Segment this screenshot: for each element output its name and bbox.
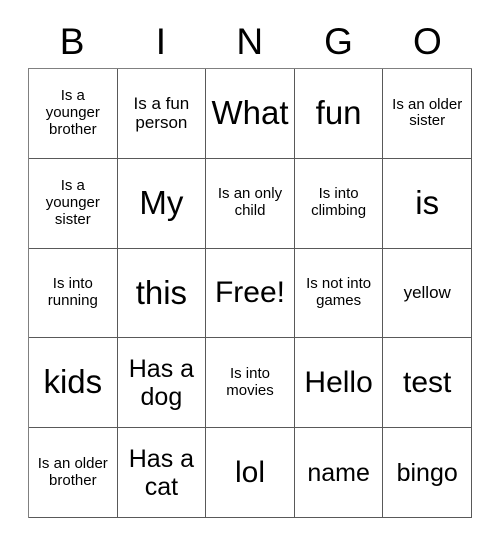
bingo-cell-i3[interactable]: this bbox=[117, 248, 207, 339]
bingo-cell-label: Has a dog bbox=[128, 354, 195, 411]
bingo-header-letter-n: N bbox=[236, 20, 264, 62]
bingo-cell-label: Is into running bbox=[47, 275, 98, 309]
bingo-cell-i1[interactable]: Is a fun person bbox=[117, 69, 207, 159]
bingo-cell-label: lol bbox=[234, 455, 265, 489]
bingo-cell-label: Hello bbox=[304, 365, 373, 399]
bingo-cell-n4[interactable]: Is into movies bbox=[206, 338, 295, 429]
bingo-cell-n1[interactable]: What bbox=[206, 69, 295, 159]
bingo-cell-label: Is an older sister bbox=[392, 95, 463, 130]
bingo-header-letter-o: O bbox=[412, 20, 443, 62]
bingo-grid: Is a younger brother Is a fun person What f… bbox=[28, 68, 472, 518]
bingo-cell-label: Is a younger brother bbox=[45, 87, 100, 138]
bingo-cell-label: fun bbox=[315, 93, 362, 131]
bingo-cell-label: Is an older brother bbox=[37, 454, 108, 489]
bingo-cell-label: Is a younger sister bbox=[45, 177, 100, 228]
bingo-cell-o5[interactable]: bingo bbox=[383, 428, 472, 518]
bingo-cell-i4[interactable]: Has a dog bbox=[117, 338, 207, 429]
bingo-cell-g5[interactable]: name bbox=[294, 428, 384, 518]
bingo-cell-label: My bbox=[139, 183, 184, 221]
bingo-cell-b1[interactable]: Is a younger brother bbox=[29, 69, 118, 159]
bingo-cell-o2[interactable]: is bbox=[383, 158, 472, 249]
bingo-cell-i5[interactable]: Has a cat bbox=[117, 428, 207, 518]
bingo-cell-label: kids bbox=[43, 363, 103, 401]
bingo-cell-g2[interactable]: Is into climbing bbox=[294, 158, 384, 249]
bingo-header-letter-b: B bbox=[59, 20, 85, 62]
bingo-header-letter-g: G bbox=[324, 20, 354, 62]
bingo-cell-b5[interactable]: Is an older brother bbox=[29, 428, 118, 518]
bingo-header-row: B I N G O bbox=[28, 14, 472, 68]
bingo-cell-i2[interactable]: My bbox=[117, 158, 207, 249]
bingo-cell-n2[interactable]: Is an only child bbox=[206, 158, 295, 249]
bingo-cell-n5[interactable]: lol bbox=[206, 428, 295, 518]
bingo-cell-label: What bbox=[211, 93, 289, 131]
bingo-cell-label: yellow bbox=[403, 283, 451, 303]
bingo-cell-g1[interactable]: fun bbox=[294, 69, 384, 159]
bingo-header-letter-i: I bbox=[155, 20, 167, 62]
bingo-cell-g4[interactable]: Hello bbox=[294, 338, 384, 429]
bingo-cell-label: Is not into games bbox=[306, 275, 372, 309]
bingo-cell-label: Is a fun person bbox=[133, 94, 190, 133]
bingo-cell-label: Is into climbing bbox=[311, 185, 367, 220]
bingo-cell-o3[interactable]: yellow bbox=[383, 248, 472, 339]
bingo-cell-o4[interactable]: test bbox=[383, 338, 472, 429]
bingo-cell-label: bingo bbox=[396, 458, 458, 487]
bingo-cell-label: is bbox=[415, 183, 440, 221]
bingo-cell-label: this bbox=[135, 273, 188, 311]
bingo-cell-label: Is an only child bbox=[217, 185, 283, 220]
bingo-cell-label: name bbox=[307, 458, 370, 487]
bingo-cell-label: test bbox=[403, 365, 452, 399]
bingo-cell-label: Is into movies bbox=[226, 364, 274, 399]
bingo-cell-b4[interactable]: kids bbox=[29, 338, 118, 429]
bingo-cell-b2[interactable]: Is a younger sister bbox=[29, 158, 118, 249]
bingo-cell-label: Free! bbox=[214, 276, 285, 310]
bingo-cell-g3[interactable]: Is not into games bbox=[294, 248, 384, 339]
bingo-cell-label: Has a cat bbox=[128, 444, 195, 501]
bingo-cell-b3[interactable]: Is into running bbox=[29, 248, 118, 339]
bingo-card: B I N G O Is a younger brother Is a fun p… bbox=[0, 0, 500, 544]
bingo-cell-free[interactable]: Free! bbox=[206, 248, 295, 339]
bingo-cell-o1[interactable]: Is an older sister bbox=[383, 69, 472, 159]
